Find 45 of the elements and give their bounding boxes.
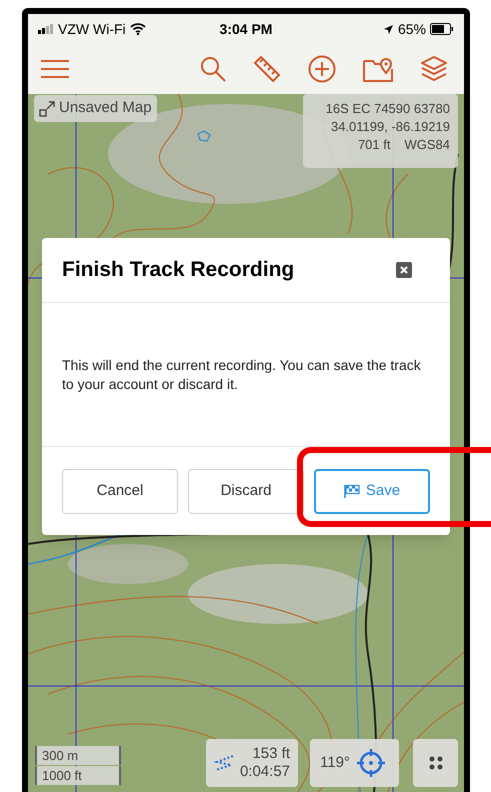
ruler-button[interactable] — [253, 55, 281, 83]
track-path-icon — [214, 754, 234, 772]
map-title: Unsaved Map — [59, 98, 152, 118]
dialog-message: This will end the current recording. You can save the track to your account or discard it. — [62, 356, 422, 394]
menu-icon — [40, 59, 70, 79]
carrier-text: VZW Wi-Fi — [58, 20, 126, 38]
clock-time: 3:04 PM — [220, 20, 272, 38]
track-stats-panel[interactable]: 153 ft 0:04:57 — [206, 739, 298, 787]
more-button[interactable] — [413, 739, 458, 787]
datum-text: WGS84 — [404, 136, 450, 154]
dialog-title: Finish Track Recording — [62, 257, 294, 284]
coordinate-text: 16S EC 74590 63780 — [326, 100, 450, 118]
expand-icon — [39, 100, 55, 116]
menu-button[interactable] — [40, 59, 70, 79]
track-distance: 153 ft — [252, 745, 290, 763]
search-icon — [200, 56, 226, 82]
add-button[interactable] — [308, 55, 336, 83]
map-title-chip[interactable]: Unsaved Map — [34, 95, 157, 122]
dots-grid-icon — [428, 756, 442, 770]
scale-bar: 1000 ft — [35, 766, 121, 785]
coordinate-text: 34.01199, -86.19219 — [330, 118, 450, 136]
checkered-flag-icon — [344, 484, 360, 498]
close-button[interactable] — [396, 262, 412, 278]
layers-button[interactable] — [420, 55, 448, 83]
layers-icon — [420, 55, 448, 83]
location-arrow-icon — [382, 24, 394, 34]
battery-percent: 65% — [398, 20, 426, 38]
ruler-icon — [253, 55, 281, 83]
heading-reading: 119° — [320, 752, 350, 773]
folder-pin-button[interactable] — [363, 56, 393, 82]
heading-locate-panel[interactable]: 119° — [310, 739, 399, 787]
plus-circle-icon — [308, 55, 336, 83]
battery-icon — [430, 23, 454, 35]
elevation-text: 701 ft — [358, 136, 390, 154]
close-icon — [400, 266, 408, 274]
folder-pin-icon — [363, 56, 393, 82]
signal-icon — [38, 24, 54, 34]
track-duration: 0:04:57 — [240, 763, 290, 781]
dialog-button[interactable]: Discard — [188, 468, 304, 514]
search-button[interactable] — [200, 56, 226, 82]
dialog-button[interactable]: Cancel — [62, 468, 178, 514]
crosshair-icon — [356, 748, 386, 778]
scale-bar: 300 m — [35, 746, 121, 765]
wifi-icon — [130, 23, 146, 35]
save-button[interactable]: Save — [314, 468, 430, 514]
